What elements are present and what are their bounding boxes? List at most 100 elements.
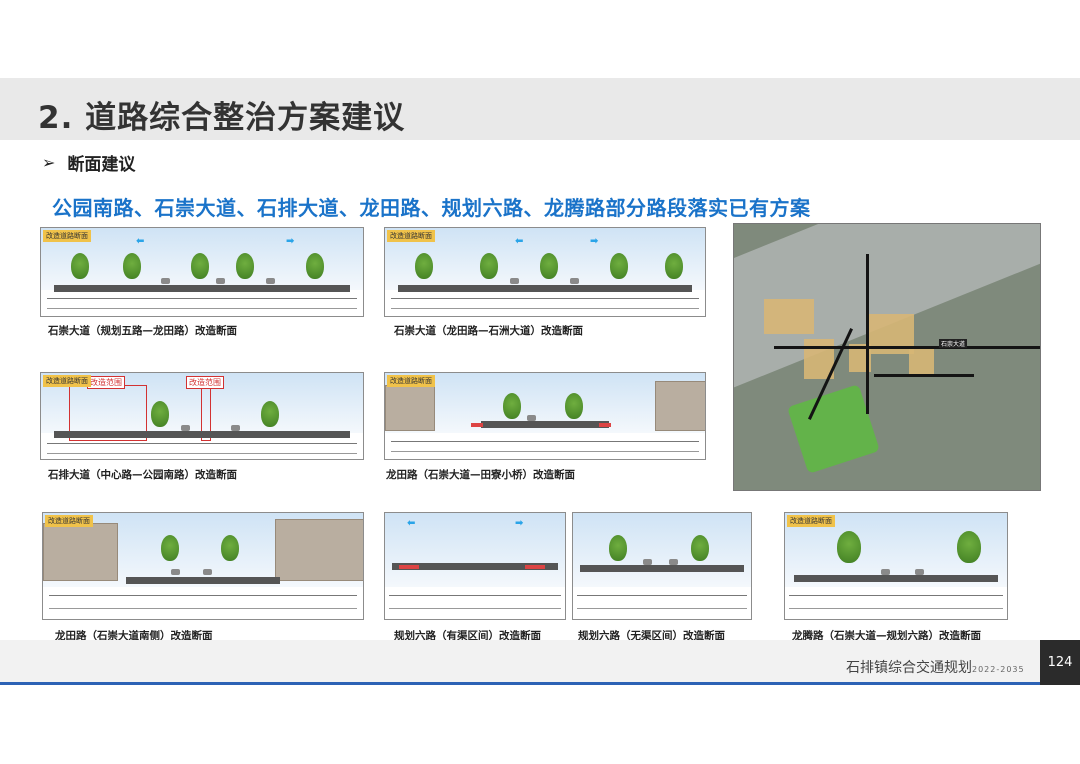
tree-icon	[837, 531, 861, 563]
arrow-left-icon: ⬅	[136, 236, 145, 247]
tree-icon	[610, 253, 628, 279]
road-surface	[126, 577, 280, 584]
cross-section-panel-4: 改造道路断面	[384, 372, 706, 460]
tree-icon	[71, 253, 89, 279]
panel-caption: 石崇大道（龙田路—石洲大道）改造断面	[394, 325, 583, 337]
tree-icon	[123, 253, 141, 279]
panel-caption: 龙田路（石崇大道—田寮小桥）改造断面	[386, 469, 575, 481]
road-surface	[53, 285, 351, 292]
tree-icon	[480, 253, 498, 279]
dimension-line	[388, 608, 562, 609]
section-heading: ➢ 断面建议	[42, 150, 135, 175]
tree-icon	[957, 531, 981, 563]
car-icon	[216, 278, 225, 284]
panel-tag: 改造道路断面	[43, 375, 91, 387]
car-icon	[266, 278, 275, 284]
page-number: 124	[1040, 640, 1080, 685]
panel-tag: 改造道路断面	[387, 375, 435, 387]
cross-section-panel-6: ⬅ ➡	[384, 512, 566, 620]
dimension-line	[576, 608, 748, 609]
building	[385, 385, 435, 431]
map-road	[874, 374, 974, 377]
dimension-line	[388, 595, 562, 596]
panel-tag: 改造道路断面	[43, 230, 91, 242]
road-surface	[793, 575, 999, 582]
sidewalk	[399, 565, 420, 569]
dimension-line	[391, 298, 699, 299]
arrow-right-icon: ➡	[515, 518, 524, 529]
dimension-line	[47, 443, 357, 444]
arrow-right-icon: ➡	[286, 236, 295, 247]
footer-years: 2022-2035	[972, 665, 1025, 674]
section-label: 断面建议	[67, 155, 136, 175]
land-block	[909, 349, 934, 374]
tree-icon	[151, 401, 169, 427]
road-surface	[397, 285, 693, 292]
page-title: 2. 道路综合整治方案建议	[38, 100, 406, 136]
road-surface	[580, 565, 744, 572]
map-road	[774, 346, 1040, 349]
scope-label: 改造范围	[186, 376, 224, 389]
cross-section-panel-2: 改造道路断面 ⬅ ➡	[384, 227, 706, 317]
car-icon	[171, 569, 180, 575]
dimension-line	[49, 595, 357, 596]
panel-tag: 改造道路断面	[787, 515, 835, 527]
bullet-arrow-icon: ➢	[42, 153, 56, 172]
cross-section-panel-3: 改造道路断面 改造范围 改造范围	[40, 372, 364, 460]
cross-section-panel-1: 改造道路断面 ⬅ ➡	[40, 227, 364, 317]
building	[43, 523, 118, 581]
road-surface	[53, 431, 351, 438]
cross-section-panel-8: 改造道路断面	[784, 512, 1008, 620]
footer-title-text: 石排镇综合交通规划	[846, 660, 972, 676]
tree-icon	[609, 535, 627, 561]
road-surface	[481, 421, 609, 428]
arrow-left-icon: ⬅	[515, 236, 524, 247]
land-block	[764, 299, 814, 334]
dimension-line	[576, 595, 748, 596]
site-map: 石崇大道	[733, 223, 1041, 491]
car-icon	[203, 569, 212, 575]
headline: 公园南路、石崇大道、石排大道、龙田路、规划六路、龙腾路部分路段落实已有方案	[52, 196, 811, 220]
tree-icon	[665, 253, 683, 279]
tree-icon	[503, 393, 521, 419]
map-road	[866, 254, 869, 414]
sidewalk	[525, 565, 546, 569]
tree-icon	[306, 253, 324, 279]
panel-caption: 石排大道（中心路—公园南路）改造断面	[48, 469, 237, 481]
tree-icon	[221, 535, 239, 561]
car-icon	[510, 278, 519, 284]
building	[275, 519, 363, 581]
arrow-right-icon: ➡	[590, 236, 599, 247]
panel-tag: 改造道路断面	[45, 515, 93, 527]
dimension-line	[49, 608, 357, 609]
dimension-line	[789, 608, 1003, 609]
tree-icon	[415, 253, 433, 279]
footer-rule	[0, 682, 1040, 685]
tree-icon	[540, 253, 558, 279]
dimension-line	[47, 298, 357, 299]
tree-icon	[191, 253, 209, 279]
dimension-line	[391, 451, 699, 452]
footer-doc-title: 石排镇综合交通规划2022-2035	[846, 657, 1025, 677]
cross-section-panel-5: 改造道路断面	[42, 512, 364, 620]
dimension-line	[789, 595, 1003, 596]
cross-section-panel-7	[572, 512, 752, 620]
panel-tag: 改造道路断面	[387, 230, 435, 242]
map-road-label: 石崇大道	[939, 339, 968, 348]
dimension-line	[47, 453, 357, 454]
tree-icon	[161, 535, 179, 561]
sidewalk	[599, 423, 612, 427]
sidewalk	[471, 423, 484, 427]
dimension-line	[47, 308, 357, 309]
car-icon	[570, 278, 579, 284]
tree-icon	[691, 535, 709, 561]
car-icon	[161, 278, 170, 284]
tree-icon	[261, 401, 279, 427]
dimension-line	[391, 441, 699, 442]
tree-icon	[236, 253, 254, 279]
arrow-left-icon: ⬅	[407, 518, 416, 529]
tree-icon	[565, 393, 583, 419]
building	[655, 381, 705, 431]
dimension-line	[391, 308, 699, 309]
scope-label: 改造范围	[87, 376, 125, 389]
